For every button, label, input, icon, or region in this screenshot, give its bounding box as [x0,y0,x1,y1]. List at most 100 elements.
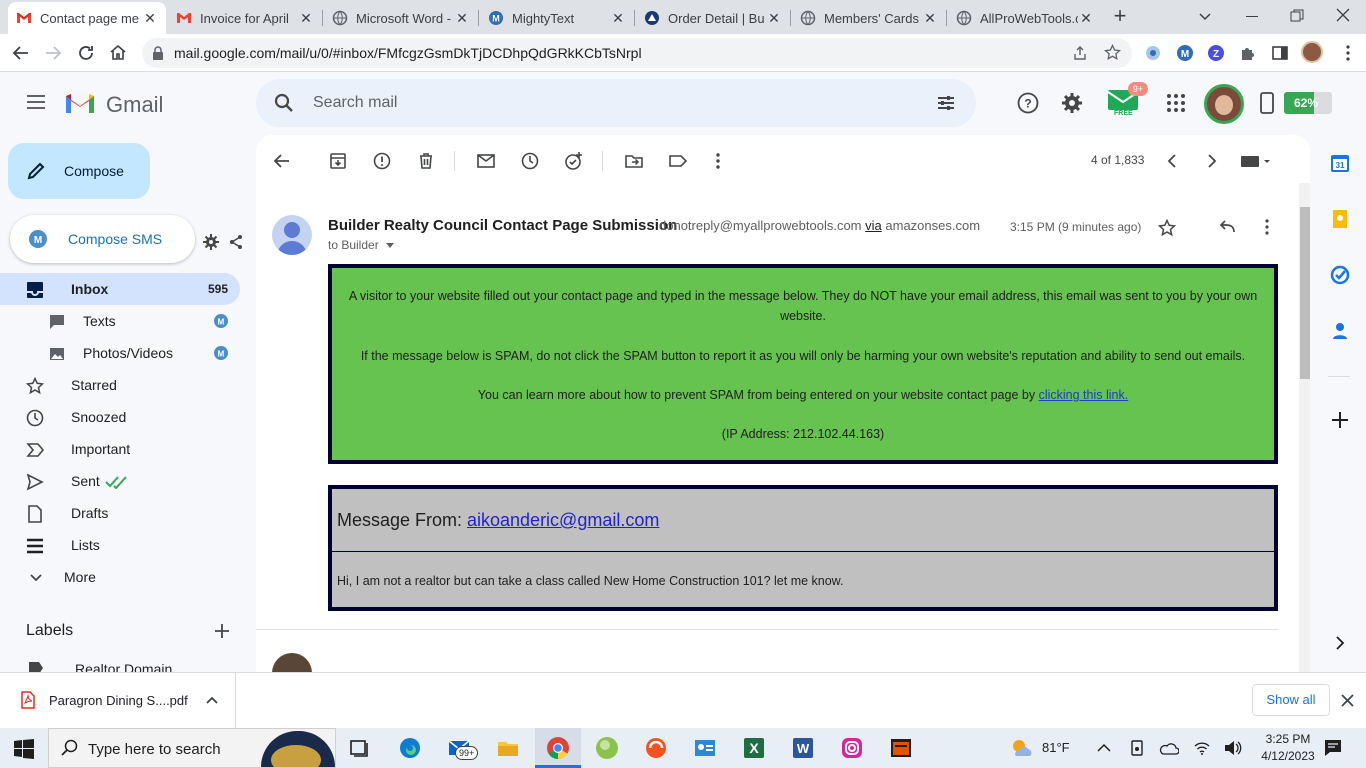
notification-center-icon[interactable] [1324,739,1342,757]
nav-important[interactable]: Important [0,433,240,465]
tasks-icon[interactable] [1330,265,1350,285]
address-bar[interactable]: mail.google.com/mail/u/0/#inbox/FMfcgzGs… [142,38,1132,68]
via-link[interactable]: via [865,218,882,233]
phone-icon[interactable] [1260,92,1274,114]
side-panel-icon[interactable] [1271,44,1289,62]
email-more-icon[interactable] [1258,218,1276,236]
onedrive-cloud-icon[interactable] [1159,741,1179,755]
more-options-icon[interactable] [708,151,728,171]
app-green-sphere-icon[interactable] [595,736,619,760]
share-icon[interactable] [228,234,244,250]
bookmark-star-icon[interactable] [1104,44,1121,61]
windows-start-icon[interactable] [14,739,34,759]
recipient-details-chevron-icon[interactable] [385,241,395,249]
show-hidden-icons-chevron-icon[interactable] [1097,742,1111,754]
reload-icon[interactable] [77,44,95,62]
tab-contact-page[interactable]: Contact page me ✕ [8,2,166,34]
minimize-button[interactable] [1246,16,1258,17]
taskbar-search-box[interactable]: Type here to search [48,728,336,768]
tab-search-chevron-icon[interactable] [1198,10,1212,24]
browser-menu-icon[interactable] [1345,44,1351,62]
tab-microsoft-word[interactable]: Microsoft Word - ✕ [324,2,478,34]
forward-arrow-icon[interactable] [44,44,62,62]
search-input[interactable]: Search mail [313,94,397,112]
calendar-icon[interactable]: 31 [1330,153,1350,173]
newer-chevron-icon[interactable] [1162,151,1182,171]
settings-gear-icon[interactable] [1061,92,1083,114]
close-icon[interactable]: ✕ [142,10,158,27]
home-icon[interactable] [109,43,127,61]
zoom-extension-icon[interactable]: Z [1207,44,1225,62]
snooze-clock-icon[interactable] [520,151,540,171]
help-icon[interactable]: ? [1017,92,1039,114]
share-icon[interactable] [1072,45,1088,61]
star-icon[interactable] [1158,219,1176,237]
app-swirl-icon[interactable] [644,736,668,760]
scrollbar[interactable] [1299,183,1310,672]
new-tab-button[interactable]: + [1110,5,1130,27]
profile-avatar[interactable] [1301,41,1323,63]
move-to-folder-icon[interactable] [624,151,644,171]
excel-icon[interactable]: X [742,736,766,760]
add-label-plus-icon[interactable] [214,623,230,639]
close-icon[interactable]: ✕ [922,10,938,27]
reply-icon[interactable] [1218,218,1236,236]
compose-sms-button[interactable]: M Compose SMS [10,215,195,263]
nav-inbox[interactable]: Inbox 595 [0,273,240,305]
add-addon-plus-icon[interactable] [1330,410,1350,430]
message-from-email-link[interactable]: aikoanderic@gmail.com [467,510,659,531]
search-bar[interactable]: Search mail [256,79,976,127]
close-icon[interactable]: ✕ [298,10,314,27]
close-icon[interactable]: ✕ [454,10,470,27]
back-to-inbox-icon[interactable] [272,151,292,171]
edge-browser-icon[interactable] [398,736,422,760]
meet-now-icon[interactable] [1129,740,1145,756]
nav-lists[interactable]: Lists [0,529,240,561]
app-orange-window-icon[interactable] [889,736,913,760]
nav-snoozed[interactable]: Snoozed [0,401,240,433]
file-explorer-icon[interactable] [496,736,520,760]
account-avatar[interactable] [1204,84,1244,124]
close-icon[interactable]: ✕ [1078,10,1094,27]
app-contact-card-icon[interactable] [693,736,717,760]
label-realtor-domain[interactable]: Realtor Domain [0,654,240,672]
instagram-icon[interactable] [840,736,864,760]
add-to-tasks-icon[interactable] [564,151,584,171]
download-item[interactable]: Paragron Dining S....pdf [0,673,236,728]
nav-photos-videos[interactable]: Photos/Videos M [0,337,240,369]
nav-texts[interactable]: Texts M [0,305,240,337]
chevron-up-icon[interactable] [206,695,218,705]
mightytext-extension-icon[interactable]: M [1176,44,1194,62]
email-tracker-extension[interactable]: FREE 9+ [1106,82,1148,120]
nav-starred[interactable]: Starred [0,369,240,401]
window-close-button[interactable] [1336,8,1350,22]
wifi-icon[interactable] [1194,740,1210,756]
restore-button[interactable] [1290,9,1304,23]
word-icon[interactable]: W [791,736,815,760]
delete-icon[interactable] [416,151,436,171]
expand-panel-chevron-icon[interactable] [1330,633,1350,653]
weather-temperature[interactable]: 81°F [1042,740,1070,755]
puzzle-icon[interactable] [1239,44,1257,62]
spam-help-link[interactable]: clicking this link. [1039,388,1129,402]
show-all-button[interactable]: Show all [1252,684,1330,716]
compose-button[interactable]: Compose [8,143,150,199]
keep-icon[interactable] [1330,209,1350,229]
archive-icon[interactable] [328,151,348,171]
tab-invoice[interactable]: Invoice for April ✕ [168,2,322,34]
label-icon[interactable] [668,151,688,171]
taskbar-clock[interactable]: 3:25 PM 4/12/2023 [1256,731,1320,765]
nav-drafts[interactable]: Drafts [0,497,240,529]
back-arrow-icon[interactable] [12,44,30,62]
scrollbar-thumb[interactable] [1300,207,1310,379]
sms-settings-gear-icon[interactable] [203,234,219,250]
main-menu-icon[interactable] [26,94,46,110]
mark-unread-icon[interactable] [476,151,496,171]
older-chevron-icon[interactable] [1202,151,1222,171]
extension-icon[interactable] [1144,44,1162,62]
tab-order-detail[interactable]: Order Detail | Bu ✕ [636,2,790,34]
gmail-logo-icon[interactable] [64,91,96,115]
tab-mightytext[interactable]: M MightyText ✕ [480,2,634,34]
close-downloads-icon[interactable] [1341,694,1354,707]
mail-app-icon[interactable]: 99+ [447,736,479,760]
